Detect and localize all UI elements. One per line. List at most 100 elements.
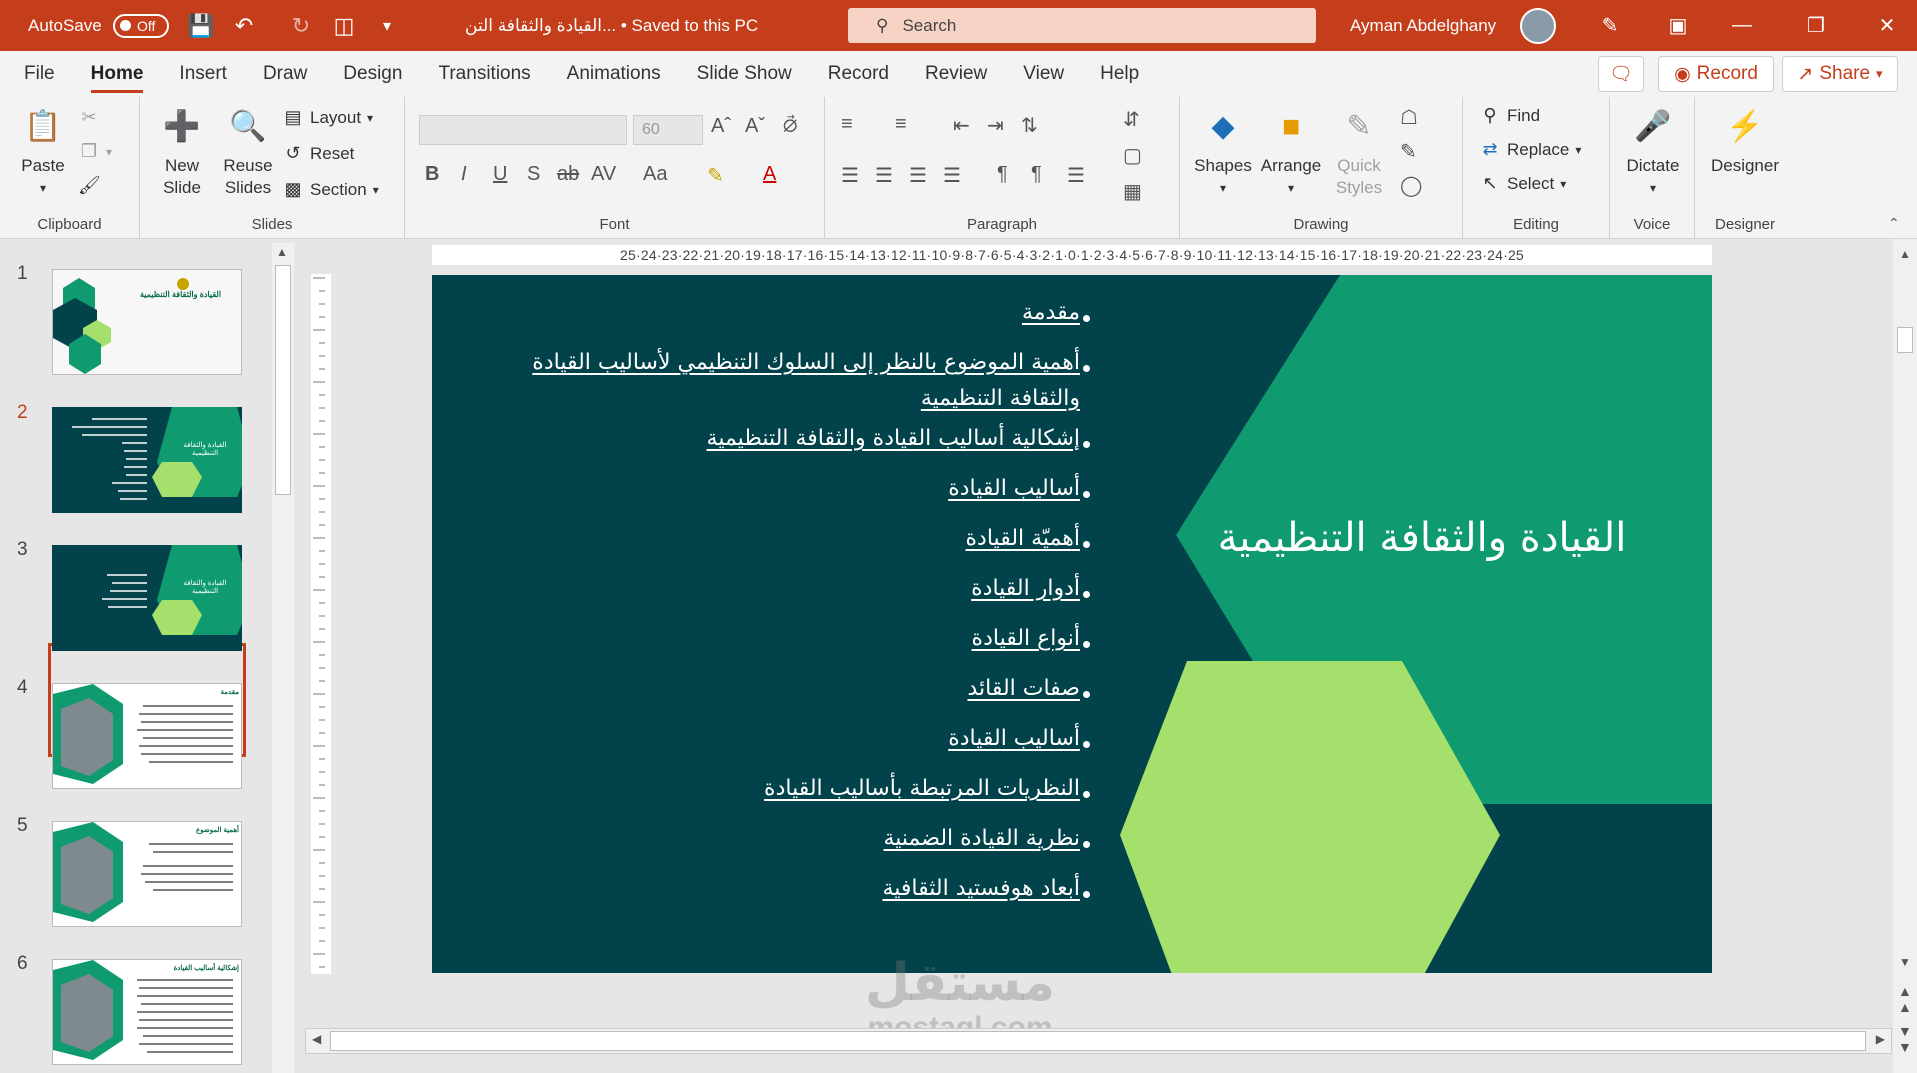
thumbnail-slide-6[interactable]: إشكالية أساليب القيادة (52, 959, 242, 1065)
bullet-item[interactable]: أدوار القيادة (971, 571, 1080, 607)
bullet-item[interactable]: نظرية القيادة الضمنية (883, 821, 1080, 857)
customize-qat-icon[interactable]: ▾ (368, 0, 406, 51)
bullet-item[interactable]: أهمية الموضوع بالنظر إلى السلوك التنظيمي… (520, 345, 1080, 417)
copy-icon[interactable]: ❐ ▾ (78, 141, 112, 162)
shapes-button[interactable]: ◆ Shapes ▾ (1190, 105, 1256, 199)
scrollbar-thumb[interactable] (330, 1031, 1866, 1051)
char-spacing-icon[interactable]: AV (591, 163, 616, 186)
format-painter-icon[interactable]: 🖌 (78, 175, 101, 196)
line-spacing-icon[interactable]: ⇅ (1021, 113, 1038, 138)
bullet-item[interactable]: أبعاد هوفستيد الثقافية (882, 871, 1080, 907)
tab-draw[interactable]: Draw (245, 51, 325, 97)
scroll-down-icon[interactable]: ▼ (1899, 955, 1911, 969)
justify-icon[interactable]: ☰ (943, 163, 961, 188)
thumbnail-slide-4[interactable]: مقدمة (52, 683, 242, 789)
tab-file[interactable]: File (0, 51, 73, 97)
reuse-slides-button[interactable]: 🔍 Reuse Slides (220, 105, 276, 199)
underline-icon[interactable]: U (493, 163, 507, 186)
scrollbar-thumb[interactable] (1897, 327, 1913, 353)
save-icon[interactable]: 💾 (182, 0, 220, 51)
share-button[interactable]: ↗ Share ▾ (1782, 56, 1898, 92)
bullet-item[interactable]: أساليب القيادة (948, 471, 1080, 507)
collapse-ribbon-icon[interactable]: ⌃ (1888, 215, 1900, 232)
arrange-button[interactable]: ■ Arrange ▾ (1258, 105, 1324, 199)
maximize-icon[interactable]: ❐ (1786, 0, 1846, 51)
shadow-icon[interactable]: S (527, 163, 540, 186)
align-text-icon[interactable]: ▢ (1123, 143, 1142, 168)
font-color-icon[interactable]: A (763, 163, 776, 186)
decrease-indent-icon[interactable]: ⇤ (953, 113, 970, 138)
find-button[interactable]: ⚲ Find (1479, 105, 1540, 126)
font-size-input[interactable]: 60 (633, 115, 703, 145)
bullet-item[interactable]: أهميّة القيادة (966, 521, 1080, 557)
redo-icon[interactable]: ↻ (282, 0, 320, 51)
select-button[interactable]: ↖ Select ▾ (1479, 173, 1566, 194)
slide-title[interactable]: القيادة والثقافة التنظيمية (1172, 515, 1672, 561)
thumbnail-slide-2[interactable]: القيادة والثقافة التنظيمية (52, 407, 242, 513)
minimize-icon[interactable]: — (1712, 0, 1772, 51)
columns-icon[interactable]: ☰ (1067, 163, 1085, 188)
smartart-icon[interactable]: ▦ (1123, 179, 1142, 204)
thumbnail-slide-3[interactable]: القيادة والثقافة التنظيمية (52, 545, 242, 651)
rtl-icon[interactable]: ¶ (1031, 163, 1042, 186)
tab-animations[interactable]: Animations (549, 51, 679, 97)
tab-design[interactable]: Design (325, 51, 420, 97)
quick-styles-button[interactable]: ✎ Quick Styles (1328, 105, 1390, 199)
next-slide-icon[interactable]: ▼ ▼ (1898, 1023, 1912, 1055)
slide-horizontal-scrollbar[interactable]: ◀ ▶ (305, 1028, 1892, 1054)
change-case-icon[interactable]: Aa (643, 163, 667, 186)
tab-help[interactable]: Help (1082, 51, 1157, 97)
highlight-icon[interactable]: ✎ (707, 163, 724, 188)
scroll-up-icon[interactable]: ▲ (276, 245, 288, 259)
thumbnails-scrollbar[interactable]: ▲ (272, 243, 294, 1073)
align-left-icon[interactable]: ☰ (841, 163, 859, 188)
font-name-input[interactable] (419, 115, 627, 145)
slide-canvas[interactable]: القيادة والثقافة التنظيمية مقدمة أهمية ا… (432, 275, 1712, 973)
new-slide-button[interactable]: ➕ New Slide (152, 105, 212, 199)
tab-record[interactable]: Record (810, 51, 907, 97)
italic-icon[interactable]: I (461, 163, 467, 186)
decrease-font-icon[interactable]: Aˇ (745, 115, 765, 138)
scroll-left-icon[interactable]: ◀ (312, 1032, 321, 1046)
ltr-icon[interactable]: ¶ (997, 163, 1008, 186)
tab-review[interactable]: Review (907, 51, 1005, 97)
bullet-item[interactable]: مقدمة (1022, 295, 1080, 331)
strikethrough-icon[interactable]: ab (557, 163, 579, 186)
undo-icon[interactable]: ↶ (225, 0, 263, 51)
document-title[interactable]: القيادة والثقافة التن... • Saved to this… (465, 0, 805, 51)
reset-button[interactable]: ↺ Reset (282, 143, 354, 164)
shape-fill-icon[interactable]: ☖ (1400, 105, 1418, 130)
designer-button[interactable]: ⚡ Designer (1703, 105, 1787, 177)
replace-button[interactable]: ⇄ Replace ▾ (1479, 139, 1581, 160)
shape-outline-icon[interactable]: ✎ (1400, 139, 1417, 164)
cut-icon[interactable]: ✂ (78, 107, 100, 128)
text-direction-icon[interactable]: ⇵ (1123, 107, 1140, 132)
bullets-icon[interactable]: ≡ (841, 113, 853, 136)
thumbnail-slide-1[interactable]: القيادة والثقافة التنظيمية (52, 269, 242, 375)
autosave-toggle[interactable]: Off (113, 13, 169, 38)
scrollbar-thumb[interactable] (275, 265, 291, 495)
bullet-item[interactable]: إشكالية أساليب القيادة والثقافة التنظيمي… (707, 421, 1080, 457)
align-center-icon[interactable]: ☰ (875, 163, 893, 188)
bullet-item[interactable]: النظريات المرتبطة بأساليب القيادة (764, 771, 1080, 807)
tab-insert[interactable]: Insert (161, 51, 245, 97)
dictate-button[interactable]: 🎤 Dictate ▾ (1618, 105, 1688, 199)
scroll-up-icon[interactable]: ▲ (1899, 247, 1911, 261)
layout-button[interactable]: ▤ Layout ▾ (282, 107, 373, 128)
search-input[interactable]: Search (902, 16, 956, 36)
thumbnail-slide-5[interactable]: أهمية الموضوع (52, 821, 242, 927)
tab-view[interactable]: View (1005, 51, 1082, 97)
increase-indent-icon[interactable]: ⇥ (987, 113, 1004, 138)
user-name[interactable]: Ayman Abdelghany (1350, 0, 1496, 51)
tab-transitions[interactable]: Transitions (420, 51, 548, 97)
present-icon[interactable]: ◫ (325, 0, 363, 51)
record-button[interactable]: ◉ Record (1658, 56, 1774, 92)
align-right-icon[interactable]: ☰ (909, 163, 927, 188)
numbering-icon[interactable]: ≡ (895, 113, 907, 136)
close-icon[interactable]: ✕ (1857, 0, 1917, 51)
increase-font-icon[interactable]: Aˆ (711, 115, 731, 138)
avatar[interactable] (1520, 7, 1556, 44)
ribbon-display-icon[interactable]: ▣ (1648, 0, 1708, 51)
previous-slide-icon[interactable]: ▲ ▲ (1898, 983, 1912, 1015)
tab-slide-show[interactable]: Slide Show (679, 51, 810, 97)
